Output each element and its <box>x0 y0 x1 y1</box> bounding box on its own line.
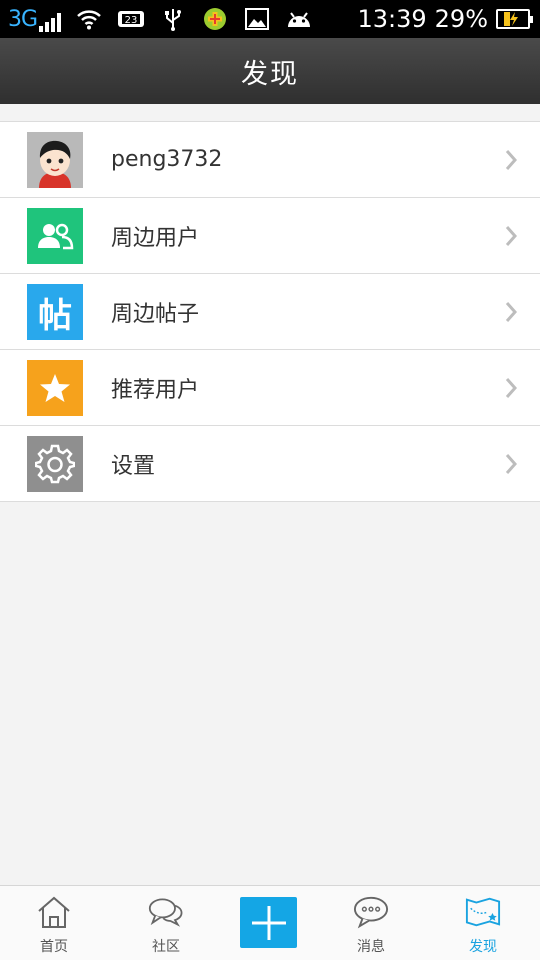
tab-messages-label: 消息 <box>357 939 385 955</box>
nearby-users-label: 周边用户 <box>111 225 200 251</box>
nearby-users-row[interactable]: 周边用户 <box>0 198 540 274</box>
wifi-icon <box>75 7 103 31</box>
recommended-users-label: 推荐用户 <box>111 377 200 403</box>
chevron-right-icon <box>505 454 518 474</box>
clock: 13:39 <box>357 5 427 33</box>
nearby-posts-label: 周边帖子 <box>111 301 200 327</box>
chevron-right-icon <box>505 226 518 246</box>
usb-icon <box>159 7 187 31</box>
status-left: 3G 23 <box>8 4 313 34</box>
tab-community-label: 社区 <box>152 939 180 955</box>
nearby-posts-icon: 帖 <box>27 284 83 340</box>
settings-row[interactable]: 设置 <box>0 426 540 502</box>
page-title: 发现 <box>241 58 299 90</box>
star-icon <box>27 360 83 416</box>
profile-row[interactable]: peng3732 <box>0 122 540 198</box>
svg-text:23: 23 <box>125 15 138 26</box>
home-icon <box>36 894 72 930</box>
chevron-right-icon <box>505 378 518 398</box>
sim-card-icon: 23 <box>117 7 145 31</box>
add-post-button[interactable] <box>240 897 297 948</box>
tab-messages[interactable]: 消息 <box>317 886 425 960</box>
avatar <box>27 132 83 188</box>
username-label: peng3732 <box>111 147 223 172</box>
recommended-users-row[interactable]: 推荐用户 <box>0 350 540 426</box>
tab-discover[interactable]: 发现 <box>429 886 537 960</box>
battery-percent: 29% <box>434 5 488 33</box>
title-bar: 发现 <box>0 38 540 104</box>
tab-home[interactable]: 首页 <box>0 886 108 960</box>
battery-charging-icon <box>496 9 533 29</box>
nearby-users-icon <box>27 208 83 264</box>
status-right: 13:39 29% <box>357 4 533 34</box>
settings-label: 设置 <box>111 453 156 479</box>
community-icon <box>148 894 184 930</box>
tab-home-label: 首页 <box>40 939 68 955</box>
chevron-right-icon <box>505 150 518 170</box>
image-icon <box>243 7 271 31</box>
discover-map-icon <box>465 894 501 930</box>
nearby-posts-row[interactable]: 帖 周边帖子 <box>0 274 540 350</box>
message-icon <box>353 894 389 930</box>
signal-icon <box>39 12 62 32</box>
status-bar: 3G 23 13:39 29% <box>0 0 540 38</box>
nearby-posts-glyph: 帖 <box>38 295 72 336</box>
network-indicator: 3G <box>8 6 62 32</box>
chevron-right-icon <box>505 302 518 322</box>
app-notification-icon <box>201 7 229 31</box>
gear-icon <box>27 436 83 492</box>
tab-discover-label: 发现 <box>469 939 497 955</box>
plus-icon <box>251 905 286 940</box>
bottom-tab-bar: 首页 社区 消息 发现 <box>0 885 540 960</box>
android-icon <box>285 7 313 31</box>
discover-menu: peng3732 周边用户 帖 周边帖子 推荐用户 设置 <box>0 121 540 502</box>
tab-community[interactable]: 社区 <box>112 886 220 960</box>
network-type: 3G <box>8 6 38 32</box>
